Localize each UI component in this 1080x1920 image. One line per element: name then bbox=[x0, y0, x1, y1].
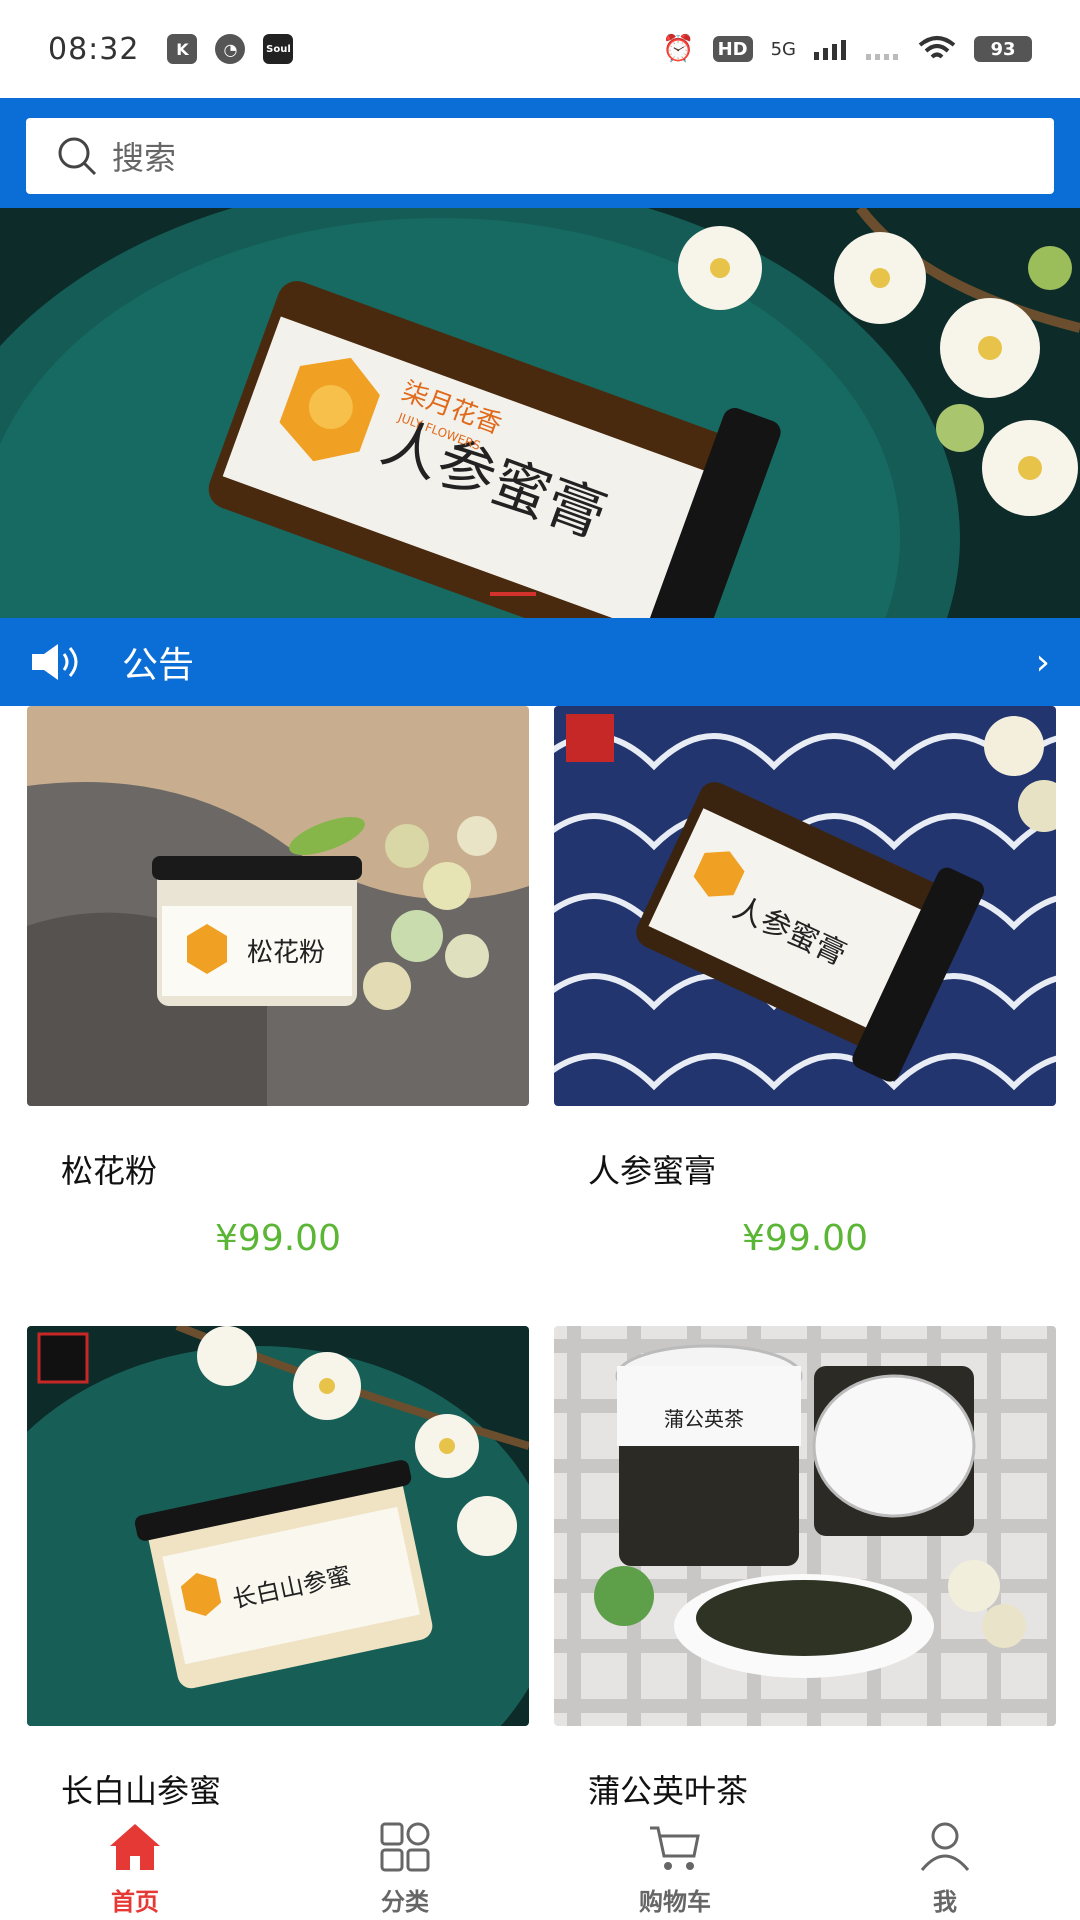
k-app-icon: K bbox=[167, 34, 198, 64]
nav-item-home[interactable]: 首页 bbox=[0, 1806, 270, 1920]
product-name: 蒲公英叶茶 bbox=[588, 1772, 749, 1806]
alarm-icon: ⏰ bbox=[662, 34, 695, 64]
search-bar: 搜索 bbox=[0, 98, 1080, 208]
product-name: 人参蜜膏 bbox=[588, 1152, 717, 1190]
wifi-icon bbox=[918, 36, 956, 59]
product-price: ¥99.00 bbox=[215, 1218, 341, 1259]
status-bar: 08:32 K ◔ Soul ⏰ HD 5G 93 bbox=[0, 0, 1080, 98]
product-grid: 松花粉 松花粉 ¥99.00 人参蜜膏 人参蜜膏 ¥99.00 长白山参蜜 长白… bbox=[27, 706, 1057, 1806]
product-card[interactable]: 人参蜜膏 人参蜜膏 ¥99.00 bbox=[554, 706, 1056, 1266]
search-icon bbox=[58, 137, 97, 176]
product-image: 蒲公英茶 bbox=[554, 1326, 1056, 1726]
user-icon bbox=[920, 1822, 970, 1871]
product-card[interactable]: 松花粉 松花粉 ¥99.00 bbox=[27, 706, 529, 1266]
shopping-cart-icon bbox=[650, 1826, 700, 1870]
search-placeholder: 搜索 bbox=[112, 139, 177, 177]
category-grid-icon bbox=[380, 1822, 430, 1872]
network-label: 5G bbox=[770, 38, 796, 60]
hd-badge: HD bbox=[712, 36, 753, 62]
product-label-text: 松花粉 bbox=[247, 938, 325, 968]
product-name: 松花粉 bbox=[61, 1152, 158, 1190]
status-time: 08:32 bbox=[48, 31, 140, 67]
banner-image: 人参蜜膏 柒月花香 JULY FLOWERS bbox=[0, 208, 1080, 618]
soul-app-icon: Soul bbox=[263, 34, 294, 64]
bottom-nav: 首页 分类 购物车 我 bbox=[0, 1806, 1080, 1920]
nav-item-cart[interactable]: 购物车 bbox=[540, 1806, 810, 1920]
promo-banner[interactable]: 人参蜜膏 柒月花香 JULY FLOWERS bbox=[0, 208, 1080, 618]
product-image: 人参蜜膏 bbox=[554, 706, 1056, 1106]
product-image: 长白山参蜜 bbox=[27, 1326, 529, 1726]
product-label-text: 蒲公英茶 bbox=[664, 1407, 744, 1431]
battery-indicator: 93 bbox=[974, 36, 1032, 62]
signal-weak-icon bbox=[866, 54, 898, 60]
product-name: 长白山参蜜 bbox=[61, 1772, 222, 1806]
speedometer-app-icon: ◔ bbox=[215, 34, 246, 64]
notice-bar[interactable]: 公告 › bbox=[0, 618, 1080, 706]
banner-page-indicator bbox=[490, 592, 536, 596]
home-icon bbox=[110, 1824, 160, 1870]
signal-icon bbox=[814, 40, 846, 60]
product-card[interactable]: 长白山参蜜 长白山参蜜 bbox=[27, 1326, 529, 1806]
nav-label: 我 bbox=[933, 1888, 957, 1916]
search-input[interactable]: 搜索 bbox=[26, 118, 1054, 194]
notice-label: 公告 bbox=[122, 645, 195, 686]
nav-label: 首页 bbox=[111, 1888, 159, 1916]
product-price: ¥99.00 bbox=[742, 1218, 868, 1259]
speaker-icon bbox=[32, 644, 78, 680]
status-indicators: ⏰ HD 5G 93 bbox=[662, 34, 1032, 64]
nav-item-me[interactable]: 我 bbox=[810, 1806, 1080, 1920]
nav-item-category[interactable]: 分类 bbox=[270, 1806, 540, 1920]
nav-label: 分类 bbox=[381, 1888, 429, 1916]
chevron-right-icon[interactable]: › bbox=[1036, 642, 1050, 683]
product-card[interactable]: 蒲公英茶 蒲公英叶茶 bbox=[554, 1326, 1056, 1806]
product-image: 松花粉 bbox=[27, 706, 529, 1106]
nav-label: 购物车 bbox=[639, 1888, 711, 1916]
